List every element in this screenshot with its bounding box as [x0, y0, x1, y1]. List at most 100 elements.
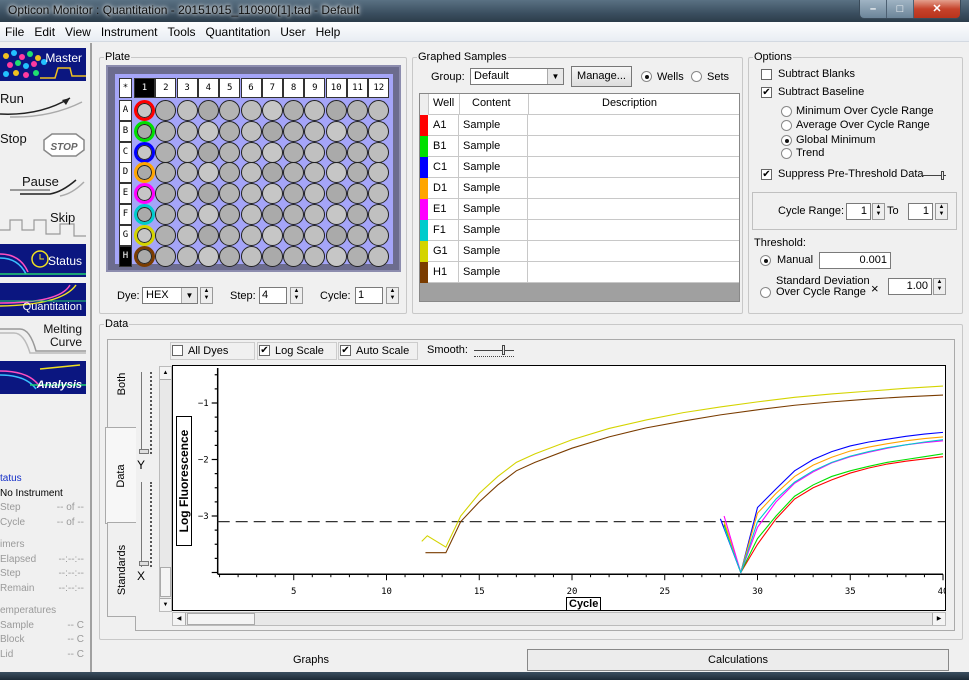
plate-well[interactable]	[240, 162, 262, 184]
header-well[interactable]: Well	[433, 97, 454, 109]
plate-well[interactable]	[240, 120, 262, 142]
plate-column-header[interactable]: 9	[304, 78, 326, 98]
plate-well[interactable]	[368, 224, 390, 246]
scroll-thumb-vertical[interactable]	[160, 567, 171, 597]
plate-well[interactable]	[368, 120, 390, 142]
menu-help[interactable]: Help	[311, 25, 346, 39]
plate-row-header[interactable]: A	[119, 100, 132, 121]
suppress-slider[interactable]	[922, 171, 946, 180]
plate-well[interactable]	[176, 100, 198, 121]
threshold-manual-input[interactable]: 0.001	[819, 252, 891, 269]
plate-well[interactable]	[176, 183, 198, 205]
plate-well[interactable]	[283, 100, 305, 121]
plate-well[interactable]	[261, 141, 283, 163]
plate-well[interactable]	[134, 183, 155, 205]
plate-well[interactable]	[219, 204, 241, 225]
side-tab-standards[interactable]: Standards	[107, 522, 136, 617]
plate-well[interactable]	[347, 224, 368, 246]
plate-row-header[interactable]: D	[119, 162, 132, 184]
plate-well[interactable]	[155, 224, 177, 246]
plate-well[interactable]	[134, 245, 155, 267]
plate-well[interactable]	[304, 204, 326, 225]
menu-tools[interactable]: Tools	[163, 25, 201, 39]
plate-row-header[interactable]: B	[119, 120, 132, 142]
plate-column-header[interactable]: 8	[283, 78, 305, 98]
plate-well[interactable]	[347, 141, 368, 163]
plate-well[interactable]	[304, 100, 326, 121]
cycle-input[interactable]: 1	[355, 287, 383, 304]
minimize-button[interactable]: –	[860, 0, 887, 18]
tab-graphs[interactable]: Graphs	[96, 648, 526, 672]
plate-column-header[interactable]: 1	[134, 78, 155, 98]
plate-row-header[interactable]: G	[119, 224, 132, 246]
plate-column-header[interactable]: 4	[197, 78, 219, 98]
baseline-minimum-radio[interactable]	[781, 106, 792, 117]
plate-well[interactable]	[261, 204, 283, 225]
plate-well[interactable]	[347, 162, 368, 184]
table-row[interactable]: G1 Sample	[420, 241, 739, 262]
all-dyes-checkbox[interactable]	[172, 345, 183, 356]
plate-column-header[interactable]: 7	[261, 78, 283, 98]
step-input[interactable]: 4	[259, 287, 287, 304]
graph-horizontal-scrollbar[interactable]: ◀ ▶	[172, 612, 946, 626]
plate-well[interactable]	[347, 245, 368, 267]
plate-column-header[interactable]: 10	[325, 78, 347, 98]
baseline-average-radio[interactable]	[781, 120, 792, 131]
plate-well[interactable]	[155, 162, 177, 184]
cycle-to-spinner[interactable]: ▲ ▼	[935, 203, 948, 220]
graph-vertical-scrollbar[interactable]: ▲ ▼	[159, 366, 172, 612]
subtract-blanks-checkbox[interactable]	[761, 69, 772, 80]
plate-well[interactable]	[176, 224, 198, 246]
plate-well[interactable]	[219, 224, 241, 246]
plate-well[interactable]	[134, 224, 155, 246]
cycle-range-from[interactable]: 1	[846, 203, 871, 220]
dye-spinner[interactable]: ▲ ▼	[200, 287, 213, 304]
plate-well[interactable]	[219, 141, 241, 163]
plate-row-header[interactable]: F	[119, 204, 132, 225]
stddev-multiplier-input[interactable]: 1.00	[888, 278, 932, 295]
plate-column-header[interactable]: 11	[347, 78, 368, 98]
table-row[interactable]: C1 Sample	[420, 157, 739, 178]
table-row[interactable]: D1 Sample	[420, 178, 739, 199]
plate-row-header[interactable]: E	[119, 183, 132, 205]
plate-well[interactable]	[155, 120, 177, 142]
table-row[interactable]: B1 Sample	[420, 136, 739, 157]
scroll-right-icon[interactable]: ▶	[932, 613, 945, 625]
plate-column-header[interactable]: 5	[219, 78, 241, 98]
plate-well[interactable]	[261, 245, 283, 267]
slider-thumb[interactable]	[941, 171, 944, 180]
log-scale-checkbox[interactable]: ✔	[259, 345, 270, 356]
x-zoom-thumb[interactable]	[139, 561, 149, 566]
table-row[interactable]: F1 Sample	[420, 220, 739, 241]
plate-well[interactable]	[283, 183, 305, 205]
header-content[interactable]: Content	[472, 97, 511, 109]
plate-well[interactable]	[283, 245, 305, 267]
threshold-manual-radio[interactable]	[760, 255, 771, 266]
side-tab-data[interactable]: Data	[105, 427, 136, 524]
plate-well[interactable]	[197, 204, 219, 225]
plate-well[interactable]	[155, 100, 177, 121]
sidebar-quantitation-button[interactable]: Quantitation	[0, 283, 86, 316]
plate-well[interactable]	[176, 120, 198, 142]
plate-well[interactable]	[283, 141, 305, 163]
menu-file[interactable]: File	[0, 25, 29, 39]
plate-well[interactable]	[283, 162, 305, 184]
plate-well[interactable]	[240, 183, 262, 205]
cycle-range-to[interactable]: 1	[908, 203, 933, 220]
menu-user[interactable]: User	[275, 25, 310, 39]
close-button[interactable]: ✕	[914, 0, 960, 18]
smooth-slider[interactable]	[474, 345, 514, 355]
plate-well[interactable]	[325, 141, 347, 163]
plate-well[interactable]	[197, 245, 219, 267]
tab-calculations[interactable]: Calculations	[527, 649, 949, 671]
plate-well[interactable]	[197, 120, 219, 142]
maximize-button[interactable]: □	[887, 0, 914, 18]
plate-well[interactable]	[283, 204, 305, 225]
stddev-spinner[interactable]: ▲ ▼	[933, 278, 946, 295]
cycle-spinner[interactable]: ▲ ▼	[386, 287, 399, 304]
plate-well[interactable]	[134, 141, 155, 163]
manage-button[interactable]: Manage...	[571, 66, 632, 87]
header-description[interactable]: Description	[602, 97, 657, 109]
plate-well[interactable]	[240, 224, 262, 246]
plate-well[interactable]	[240, 100, 262, 121]
